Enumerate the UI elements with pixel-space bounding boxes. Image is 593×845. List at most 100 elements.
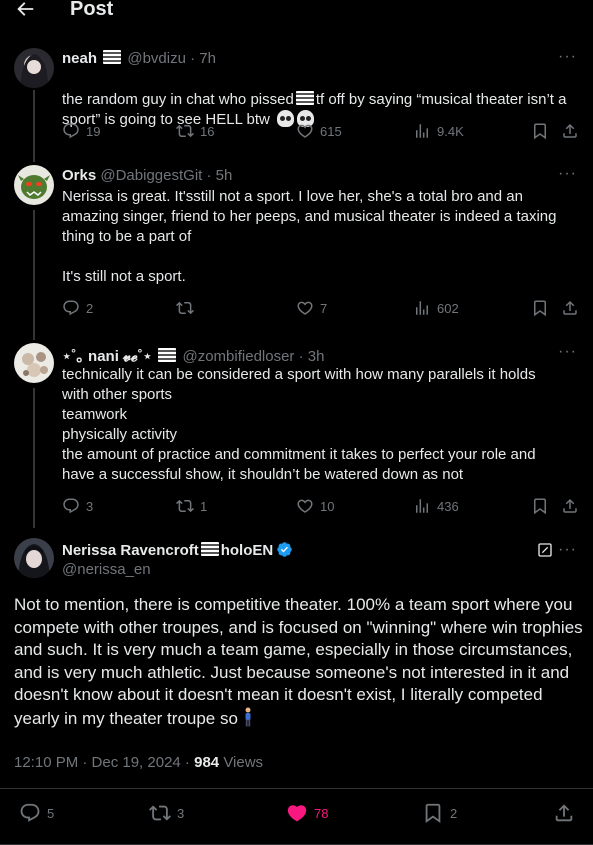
reply-button[interactable]: 2 [62, 299, 93, 317]
bookmark-icon [425, 803, 441, 824]
reply-icon [63, 498, 79, 514]
share-button[interactable] [561, 299, 579, 317]
verified-badge-icon[interactable] [276, 541, 293, 558]
display-name[interactable]: neah [62, 50, 97, 67]
post-time[interactable]: · 3h [299, 348, 325, 365]
user-handle[interactable]: @nerissa_en [62, 561, 151, 578]
reply-icon [63, 300, 79, 316]
views-button[interactable]: 602 [413, 299, 459, 317]
repost-count: 3 [177, 805, 185, 821]
main-post-text-body: Not to mention, there is competitive the… [14, 595, 583, 728]
like-count: 615 [320, 123, 342, 139]
share-icon [563, 498, 577, 513]
back-arrow-icon[interactable] [14, 0, 36, 20]
bookmark-button[interactable] [531, 122, 549, 140]
main-post-author[interactable]: Nerissa Ravencroft holoEN [62, 541, 293, 559]
views-count: 436 [437, 498, 459, 514]
page-header: Post [0, 0, 593, 24]
repost-button[interactable]: 16 [176, 122, 214, 140]
repost-count: 16 [200, 123, 215, 139]
avatar[interactable] [14, 165, 54, 205]
reply-header: ⋆˚｡ nani 𝓿𝓮˚⋆ @zombifiedloser · 3h [62, 345, 324, 366]
post-timestamp[interactable]: 12:10 PM · Dec 19, 2024 · [14, 754, 190, 771]
more-options-icon[interactable]: ··· [558, 48, 577, 66]
reply-count: 3 [86, 498, 94, 514]
main-post-text: Not to mention, there is competitive the… [14, 594, 584, 730]
display-name-suffix[interactable]: holoEN [221, 542, 274, 559]
display-name[interactable]: Nerissa Ravencroft [62, 542, 199, 559]
reply-count: 2 [86, 300, 94, 316]
reply-header: Orks @DabiggestGit · 5h [62, 167, 232, 184]
share-button[interactable] [553, 802, 575, 824]
avatar[interactable] [14, 538, 54, 578]
more-options-icon[interactable]: ··· [558, 541, 577, 559]
avatar[interactable] [14, 48, 54, 88]
heart-icon [297, 301, 313, 315]
post-text: Nerissa is great. It'sstill not a sport.… [62, 188, 557, 285]
post-text-part: the random guy in chat who pissed [62, 91, 294, 108]
post-time[interactable]: · 5h [207, 167, 233, 184]
reply-count: 5 [47, 805, 55, 821]
repost-icon [149, 805, 171, 821]
reply-count: 19 [86, 123, 101, 139]
person-standing-emoji-icon [245, 707, 251, 726]
repost-button[interactable] [176, 299, 200, 317]
share-icon [555, 804, 573, 822]
reply-post[interactable]: Orks @DabiggestGit · 5h ··· Nerissa is g… [0, 163, 593, 333]
user-handle[interactable]: @zombifiedloser [182, 348, 294, 365]
avatar[interactable] [14, 343, 54, 383]
like-button[interactable]: 615 [296, 122, 342, 140]
reply-button[interactable]: 19 [62, 122, 100, 140]
post-text: the random guy in chat who pissed tf off … [62, 70, 582, 130]
share-icon [563, 123, 577, 138]
like-count: 78 [314, 805, 329, 821]
post-text: technically it can be considered a sport… [62, 366, 536, 483]
reply-post[interactable]: neah @bvdizu · 7h ··· the random guy in … [0, 46, 593, 156]
reply-button[interactable]: 3 [62, 497, 93, 515]
views-button[interactable]: 9.4K [413, 122, 464, 140]
grok-icon[interactable] [537, 542, 553, 558]
like-button[interactable]: 78 [286, 802, 328, 824]
more-options-icon[interactable]: ··· [558, 343, 577, 361]
like-button[interactable]: 10 [296, 497, 334, 515]
post-actions: 19 16 615 9.4K [0, 122, 593, 142]
analytics-icon [416, 499, 428, 513]
post-time[interactable]: · 7h [190, 50, 216, 67]
share-button[interactable] [561, 497, 579, 515]
repost-icon [176, 301, 194, 315]
views-count: 602 [437, 300, 459, 316]
repost-icon [176, 124, 194, 138]
user-handle[interactable]: @bvdizu [127, 50, 186, 67]
views-label: Views [223, 754, 264, 771]
repost-icon [176, 499, 194, 513]
divider [0, 788, 593, 789]
heart-icon [297, 124, 313, 138]
bookmark-button[interactable]: 2 [422, 802, 457, 824]
analytics-icon [416, 301, 428, 315]
display-name[interactable]: Orks [62, 167, 96, 184]
reply-button[interactable]: 5 [19, 802, 54, 824]
page-title: Post [70, 0, 114, 20]
reply-icon [20, 803, 40, 822]
post-actions: 2 7 602 [0, 299, 593, 319]
bookmark-button[interactable] [531, 497, 549, 515]
post-actions: 3 1 10 436 [0, 497, 593, 517]
reply-post[interactable]: ⋆˚｡ nani 𝓿𝓮˚⋆ @zombifiedloser · 3h ··· t… [0, 341, 593, 523]
repost-button[interactable]: 1 [176, 497, 207, 515]
views-button[interactable]: 436 [413, 497, 459, 515]
post-meta: 12:10 PM · Dec 19, 2024 · 984 Views [14, 754, 263, 771]
share-icon [563, 300, 577, 315]
like-button[interactable]: 7 [296, 299, 327, 317]
bookmark-button[interactable] [531, 299, 549, 317]
display-name[interactable]: ⋆˚｡ nani 𝓿𝓮˚⋆ [62, 348, 152, 365]
repost-button[interactable]: 3 [149, 802, 184, 824]
heart-filled-icon [287, 805, 307, 822]
reply-icon [63, 123, 79, 139]
bookmark-count: 2 [450, 805, 458, 821]
bookmark-icon [534, 123, 546, 140]
more-options-icon[interactable]: ··· [558, 165, 577, 183]
share-button[interactable] [561, 122, 579, 140]
user-handle[interactable]: @DabiggestGit [100, 167, 202, 184]
like-count: 10 [320, 498, 335, 514]
like-count: 7 [320, 300, 328, 316]
